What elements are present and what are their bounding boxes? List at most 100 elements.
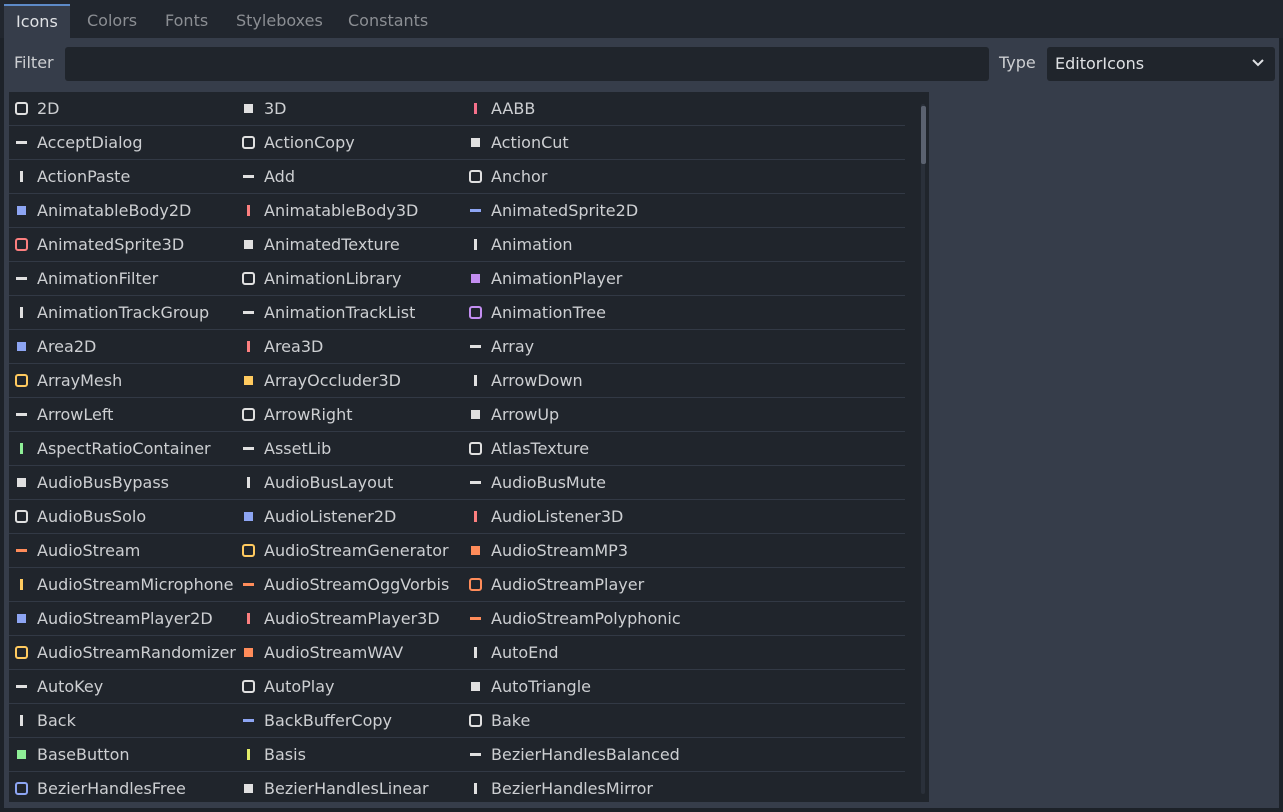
list-item[interactable]: BezierHandlesLinear <box>236 772 463 802</box>
tab-fonts[interactable]: Fonts <box>153 4 220 38</box>
list-item[interactable]: AudioStreamRandomizer <box>9 636 236 669</box>
list-item[interactable]: BezierHandlesBalanced <box>463 738 690 771</box>
list-item[interactable]: AnimatedSprite2D <box>463 194 690 227</box>
list-item[interactable]: AnimationLibrary <box>236 262 463 295</box>
list-item[interactable]: AcceptDialog <box>9 126 236 159</box>
list-item[interactable]: AnimationTree <box>463 296 690 329</box>
icon-name: ActionCopy <box>264 133 355 152</box>
list-item[interactable]: AutoPlay <box>236 670 463 703</box>
filter-input[interactable] <box>65 47 989 81</box>
icon-row: AspectRatioContainer AssetLib AtlasTexture <box>9 432 905 466</box>
icon-name: AnimationTrackGroup <box>37 303 210 322</box>
animation-track-list-icon <box>243 311 254 314</box>
list-item[interactable]: ArrowUp <box>463 398 690 431</box>
list-item[interactable]: Array <box>463 330 690 363</box>
list-item[interactable]: Bake <box>463 704 690 737</box>
list-item[interactable]: BezierHandlesFree <box>9 772 236 802</box>
list-item[interactable]: Add <box>236 160 463 193</box>
icon-row: ArrayMesh ArrayOccluder3D ArrowDown <box>9 364 905 398</box>
icon-name: AudioStreamPlayer2D <box>37 609 213 628</box>
icon-name: BezierHandlesFree <box>37 779 186 798</box>
list-item[interactable]: AssetLib <box>236 432 463 465</box>
list-item[interactable]: AABB <box>463 92 690 125</box>
type-select[interactable]: EditorIcons <box>1047 47 1275 81</box>
list-item[interactable]: AtlasTexture <box>463 432 690 465</box>
list-item[interactable]: AnimatableBody2D <box>9 194 236 227</box>
list-item[interactable]: ActionPaste <box>9 160 236 193</box>
animation-tree-icon <box>469 306 482 319</box>
tab-constants[interactable]: Constants <box>336 4 440 38</box>
list-item[interactable]: Basis <box>236 738 463 771</box>
icon-list[interactable]: 2D 3D AABB AcceptDialog ActionCopy ActionCut A… <box>9 92 929 802</box>
list-item[interactable]: ArrayOccluder3D <box>236 364 463 397</box>
icon-name: BackBufferCopy <box>264 711 392 730</box>
animation-track-group-icon <box>20 307 23 318</box>
tab-styleboxes[interactable]: Styleboxes <box>224 4 335 38</box>
list-item[interactable]: AnimationTrackGroup <box>9 296 236 329</box>
icon-name: ActionCut <box>491 133 569 152</box>
accept-dialog-icon <box>16 141 27 144</box>
list-item[interactable]: AudioListener3D <box>463 500 690 533</box>
list-item[interactable]: 2D <box>9 92 236 125</box>
list-item[interactable]: AudioStreamPlayer <box>463 568 690 601</box>
list-item[interactable]: ArrowDown <box>463 364 690 397</box>
audio-stream-polyphonic-icon <box>470 617 481 620</box>
list-item[interactable]: AnimationTrackList <box>236 296 463 329</box>
list-item[interactable]: AudioStreamGenerator <box>236 534 463 567</box>
list-item[interactable]: ArrayMesh <box>9 364 236 397</box>
icon-name: AudioStreamMicrophone <box>37 575 234 594</box>
list-item[interactable]: AnimationPlayer <box>463 262 690 295</box>
list-item[interactable]: ArrowLeft <box>9 398 236 431</box>
list-item[interactable]: AutoEnd <box>463 636 690 669</box>
list-item[interactable]: AudioListener2D <box>236 500 463 533</box>
tab-icons[interactable]: Icons <box>4 4 70 38</box>
bezier-handles-free-icon <box>15 782 28 795</box>
list-item[interactable]: AudioStreamMicrophone <box>9 568 236 601</box>
list-item[interactable]: AudioStreamPlayer2D <box>9 602 236 635</box>
icon-row: Area2D Area3D Array <box>9 330 905 364</box>
scrollbar-track[interactable] <box>921 104 925 794</box>
list-item[interactable]: ArrowRight <box>236 398 463 431</box>
scrollbar-thumb[interactable] <box>921 106 926 164</box>
audio-stream-player-2d-icon <box>17 614 26 623</box>
list-item[interactable]: AudioStreamPolyphonic <box>463 602 690 635</box>
list-item[interactable]: Animation <box>463 228 690 261</box>
icon-row: AudioStreamMicrophone AudioStreamOggVorbi… <box>9 568 905 602</box>
list-item[interactable]: AudioBusLayout <box>236 466 463 499</box>
arrow-up-icon <box>471 410 480 419</box>
list-item[interactable]: AutoTriangle <box>463 670 690 703</box>
list-item[interactable]: AudioBusBypass <box>9 466 236 499</box>
list-item[interactable]: BaseButton <box>9 738 236 771</box>
list-item[interactable]: AnimatedSprite3D <box>9 228 236 261</box>
list-item[interactable]: AutoKey <box>9 670 236 703</box>
list-item[interactable]: Area3D <box>236 330 463 363</box>
list-item[interactable]: AudioStreamPlayer3D <box>236 602 463 635</box>
list-item[interactable]: Anchor <box>463 160 690 193</box>
list-item[interactable]: AnimatableBody3D <box>236 194 463 227</box>
list-item[interactable]: Area2D <box>9 330 236 363</box>
list-item[interactable]: Back <box>9 704 236 737</box>
tab-colors[interactable]: Colors <box>75 4 149 38</box>
list-item[interactable]: BackBufferCopy <box>236 704 463 737</box>
2d-icon <box>15 102 28 115</box>
list-item[interactable]: ActionCopy <box>236 126 463 159</box>
icon-name: AudioStreamWAV <box>264 643 404 662</box>
icon-name: Bake <box>491 711 531 730</box>
icon-name: AudioListener3D <box>491 507 624 526</box>
list-item[interactable]: AudioBusMute <box>463 466 690 499</box>
list-item[interactable]: 3D <box>236 92 463 125</box>
list-item[interactable]: AudioStreamWAV <box>236 636 463 669</box>
list-item[interactable]: AudioBusSolo <box>9 500 236 533</box>
icon-row: AudioBusBypass AudioBusLayout AudioBusMute <box>9 466 905 500</box>
list-item[interactable]: AnimatedTexture <box>236 228 463 261</box>
list-item[interactable]: AnimationFilter <box>9 262 236 295</box>
icon-name: AudioBusLayout <box>264 473 394 492</box>
list-item[interactable]: BezierHandlesMirror <box>463 772 690 802</box>
back-buffer-copy-icon <box>243 719 254 722</box>
list-item[interactable]: AspectRatioContainer <box>9 432 236 465</box>
icon-name: AudioStreamPolyphonic <box>491 609 681 628</box>
list-item[interactable]: AudioStream <box>9 534 236 567</box>
list-item[interactable]: AudioStreamMP3 <box>463 534 690 567</box>
list-item[interactable]: AudioStreamOggVorbis <box>236 568 463 601</box>
list-item[interactable]: ActionCut <box>463 126 690 159</box>
